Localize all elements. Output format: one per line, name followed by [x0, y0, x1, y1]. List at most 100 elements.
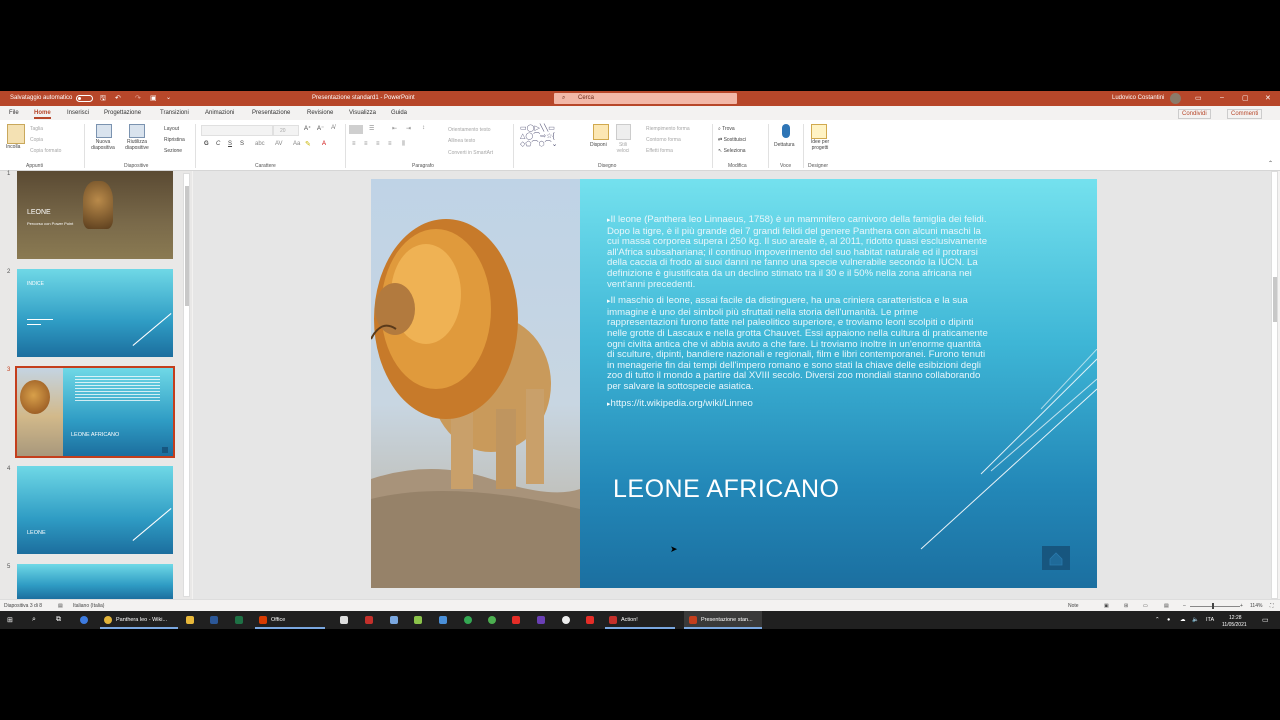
- align-text-button[interactable]: Allinea testo: [448, 138, 475, 144]
- home-button[interactable]: [1042, 546, 1070, 570]
- redo-icon[interactable]: ↷: [135, 94, 141, 102]
- scroll-thumb[interactable]: [1273, 277, 1277, 322]
- task-view-icon[interactable]: ⧉: [56, 614, 61, 626]
- office-window[interactable]: Office: [271, 614, 285, 626]
- tab-inserisci[interactable]: Inserisci: [67, 110, 89, 116]
- designer-icon[interactable]: [811, 124, 827, 139]
- minimize-icon[interactable]: –: [1220, 94, 1224, 101]
- font-name-dropdown[interactable]: [201, 125, 273, 136]
- normal-view-icon[interactable]: ▣: [1104, 603, 1109, 609]
- word-icon[interactable]: [210, 616, 218, 624]
- powerpoint-icon[interactable]: [689, 616, 697, 624]
- volume-icon[interactable]: 🔈: [1192, 614, 1199, 626]
- lion-photo[interactable]: [371, 179, 580, 588]
- paste-button[interactable]: Incolla: [6, 144, 20, 150]
- tab-transizioni[interactable]: Transizioni: [160, 110, 189, 116]
- increase-indent-icon[interactable]: ⇥: [406, 125, 411, 132]
- new-slide-icon[interactable]: [96, 124, 112, 138]
- notifications-icon[interactable]: ▭: [1262, 614, 1269, 626]
- powerpoint-window[interactable]: Presentazione stan...: [701, 614, 753, 626]
- slide-thumb-2[interactable]: INDICE: [17, 269, 173, 357]
- app-icon[interactable]: [414, 616, 422, 624]
- zoom-level[interactable]: 114%: [1250, 603, 1262, 609]
- italic-button[interactable]: C: [216, 141, 220, 147]
- spellcheck-icon[interactable]: ▤: [58, 603, 63, 609]
- save-icon[interactable]: 🖫: [100, 94, 106, 105]
- align-right-icon[interactable]: ≡: [376, 141, 380, 147]
- format-painter-button[interactable]: Copia formato: [30, 148, 61, 154]
- strikethrough-icon[interactable]: abc: [255, 141, 265, 147]
- shapes-gallery[interactable]: ▭◯▷╲╲▭ △◯⌒⇨☆{◇⬠⌒⬡⌒⌄: [520, 125, 584, 151]
- change-case-icon[interactable]: Aa: [293, 141, 300, 147]
- chrome-icon[interactable]: [104, 616, 112, 624]
- collapse-ribbon-icon[interactable]: ⌃: [1268, 160, 1273, 167]
- select-label[interactable]: Seleziona: [724, 148, 746, 154]
- justify-icon[interactable]: ≡: [388, 141, 392, 147]
- autosave-toggle[interactable]: [76, 95, 93, 102]
- action-icon[interactable]: [609, 616, 617, 624]
- paste-icon[interactable]: [7, 124, 25, 144]
- find-label[interactable]: Trova: [722, 126, 735, 132]
- maximize-icon[interactable]: ▢: [1242, 94, 1249, 102]
- tray-chevron-icon[interactable]: ⌃: [1155, 614, 1160, 626]
- ribbon-display-icon[interactable]: ▭: [1195, 94, 1202, 102]
- slideshow-icon[interactable]: ▣: [150, 94, 157, 102]
- layout-button[interactable]: Layout: [164, 126, 179, 132]
- zoom-in-icon[interactable]: +: [1240, 603, 1243, 609]
- text-direction-button[interactable]: Orientamento testo: [448, 127, 491, 133]
- youtube-icon[interactable]: [586, 616, 594, 624]
- font-color-icon[interactable]: A: [322, 141, 326, 147]
- current-slide[interactable]: ▸Il leone (Panthera leo Linnaeus, 1758) …: [371, 179, 1097, 588]
- line-spacing-icon[interactable]: ↕: [422, 125, 425, 131]
- slideshow-view-icon[interactable]: ▤: [1164, 603, 1169, 609]
- arrange-icon[interactable]: [593, 124, 609, 140]
- fit-slide-icon[interactable]: ⛶: [1270, 603, 1274, 609]
- grow-font-icon[interactable]: A⁺: [304, 125, 311, 132]
- slide-title[interactable]: LEONE AFRICANO: [613, 475, 840, 504]
- mic-tray-icon[interactable]: ●: [1167, 614, 1170, 626]
- slide-thumb-1[interactable]: LEONE Percorso con Power Point: [17, 171, 173, 259]
- editor-scrollbar[interactable]: [1271, 171, 1278, 599]
- office-icon[interactable]: [259, 616, 267, 624]
- reset-button[interactable]: Ripristina: [164, 137, 185, 143]
- copy-button[interactable]: Copia: [30, 137, 43, 143]
- tab-home[interactable]: Home: [34, 110, 51, 119]
- highlight-icon[interactable]: ✎: [305, 140, 311, 148]
- columns-icon[interactable]: ⫼: [402, 141, 405, 148]
- bullets-icon[interactable]: [349, 125, 363, 134]
- chrome-window[interactable]: Panthera leo - Wiki...: [116, 614, 167, 626]
- dictate-button[interactable]: Dettatura: [774, 142, 795, 148]
- tab-animazioni[interactable]: Animazioni: [205, 110, 234, 116]
- app-icon[interactable]: [439, 616, 447, 624]
- arrange-button[interactable]: Disponi: [590, 142, 607, 148]
- shape-fill-button[interactable]: Riempimento forma: [646, 126, 690, 132]
- network-icon[interactable]: ☁: [1180, 614, 1186, 626]
- youtube-icon[interactable]: [512, 616, 520, 624]
- reuse-slides-icon[interactable]: [129, 124, 145, 138]
- customize-qat-icon[interactable]: ⌄: [166, 94, 171, 101]
- shape-effects-button[interactable]: Effetti forma: [646, 148, 673, 154]
- app-icon[interactable]: [365, 616, 373, 624]
- microphone-icon[interactable]: [782, 124, 790, 138]
- bold-button[interactable]: G: [204, 141, 209, 147]
- align-left-icon[interactable]: ≡: [352, 141, 356, 147]
- slide-thumb-4[interactable]: LEONE: [17, 466, 173, 554]
- cut-button[interactable]: Taglia: [30, 126, 43, 132]
- section-button[interactable]: Sezione: [164, 148, 182, 154]
- notes-button[interactable]: Note: [1068, 603, 1079, 609]
- zoom-out-icon[interactable]: –: [1183, 603, 1186, 609]
- search-icon[interactable]: ⌕: [32, 614, 36, 626]
- align-center-icon[interactable]: ≡: [364, 141, 368, 147]
- app-icon[interactable]: [562, 616, 570, 624]
- language-indicator[interactable]: ITA: [1206, 614, 1214, 626]
- avatar[interactable]: [1170, 93, 1181, 104]
- windows-start-icon[interactable]: ⊞: [7, 614, 13, 626]
- undo-icon[interactable]: ↶: [115, 94, 121, 102]
- store-icon[interactable]: [340, 616, 348, 624]
- zoom-slider-thumb[interactable]: [1212, 603, 1214, 609]
- scroll-thumb[interactable]: [185, 186, 189, 306]
- replace-label[interactable]: Sostituisci: [724, 137, 747, 143]
- font-size-dropdown[interactable]: 20: [273, 125, 299, 136]
- reuse-slides-button[interactable]: Riutilizza diapositive: [121, 139, 153, 151]
- quick-styles-icon[interactable]: [616, 124, 631, 140]
